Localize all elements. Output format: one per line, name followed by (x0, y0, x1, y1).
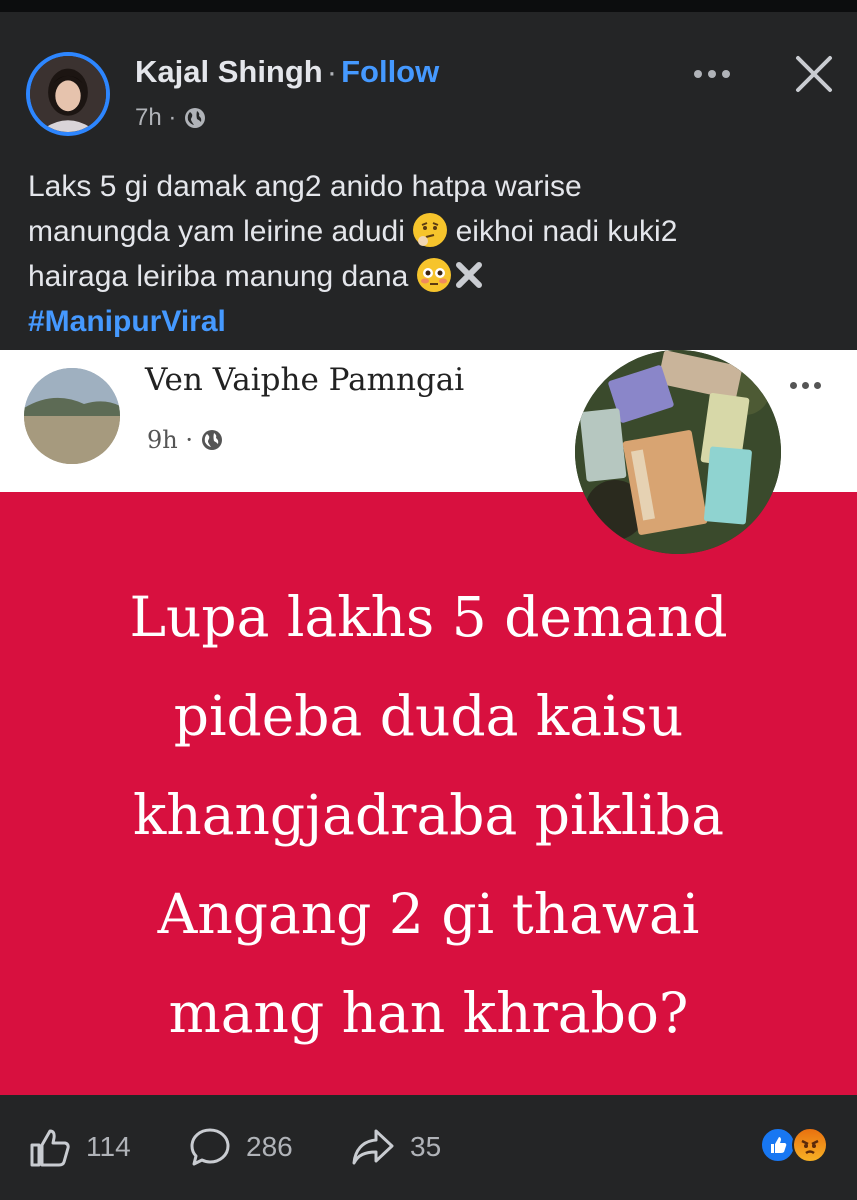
separator-dot: · (326, 54, 338, 89)
text-line: Angang 2 gi thawai (157, 882, 700, 946)
shared-author-avatar (24, 368, 120, 464)
reactions-summary[interactable] (760, 1125, 836, 1165)
shared-author-name: Ven Vaiphe Pamngai (145, 362, 465, 398)
post-time[interactable]: 7h · (135, 104, 176, 132)
post-meta: 7h · (135, 104, 206, 132)
post-caption: Laks 5 gi damak ang2 anido hatpa warise … (28, 164, 838, 344)
shared-post-text: Lupa lakhs 5 demand pideba duda kaisu kh… (30, 568, 827, 1063)
share-arrow-icon (352, 1129, 394, 1165)
text-line: mang han khrabo? (168, 981, 689, 1045)
text-line: khangjadraba pikliba (132, 783, 725, 847)
action-bar: 114 286 35 (0, 1095, 857, 1200)
money-photo (575, 350, 781, 554)
caption-line: hairaga leiriba manung dana (28, 254, 838, 299)
close-icon[interactable] (792, 52, 836, 96)
like-count: 114 (86, 1131, 131, 1162)
comment-button[interactable]: 286 (188, 1125, 293, 1169)
post-header: Kajal Shingh · Follow 7h · Laks 5 gi damak… (0, 12, 857, 350)
globe-icon (201, 430, 222, 450)
flushed-face-emoji (416, 258, 451, 292)
caption-line: Laks 5 gi damak ang2 anido hatpa warise (28, 170, 582, 203)
shared-post-meta: 9h · (147, 426, 223, 454)
author-avatar[interactable] (26, 52, 110, 136)
shared-post-time: 9h · (147, 426, 193, 454)
thumbs-up-icon (30, 1129, 70, 1167)
caption-text: manungda yam leirine adudi (28, 215, 405, 248)
caption-text: hairaga leiriba manung dana (28, 260, 409, 293)
author-line: Kajal Shingh · Follow (135, 54, 439, 90)
hashtag-link[interactable]: #ManipurViral (28, 299, 838, 344)
like-button[interactable]: 114 (28, 1125, 131, 1169)
follow-button[interactable]: Follow (341, 54, 439, 89)
share-button[interactable]: 35 (350, 1125, 441, 1169)
status-bar (0, 0, 857, 12)
angry-reaction-icon (792, 1127, 828, 1163)
comment-bubble-icon (190, 1128, 230, 1166)
text-line: Lupa lakhs 5 demand (129, 585, 728, 649)
shared-post-image[interactable]: Ven Vaiphe Pamngai 9h · Lupa lakhs 5 dem (0, 350, 857, 1095)
cross-mark-emoji (451, 258, 487, 292)
more-options-icon (790, 382, 821, 389)
thinking-face-emoji (413, 213, 448, 247)
like-reaction-icon (760, 1127, 796, 1163)
more-options-icon[interactable] (694, 64, 740, 84)
caption-text: eikhoi nadi kuki2 (455, 215, 678, 248)
comment-count: 286 (246, 1131, 293, 1162)
caption-line: manungda yam leirine adudi eikhoi nadi k… (28, 209, 838, 254)
globe-icon (185, 108, 206, 128)
text-line: pideba duda kaisu (173, 684, 684, 748)
author-name[interactable]: Kajal Shingh (135, 54, 323, 89)
share-count: 35 (410, 1131, 442, 1162)
